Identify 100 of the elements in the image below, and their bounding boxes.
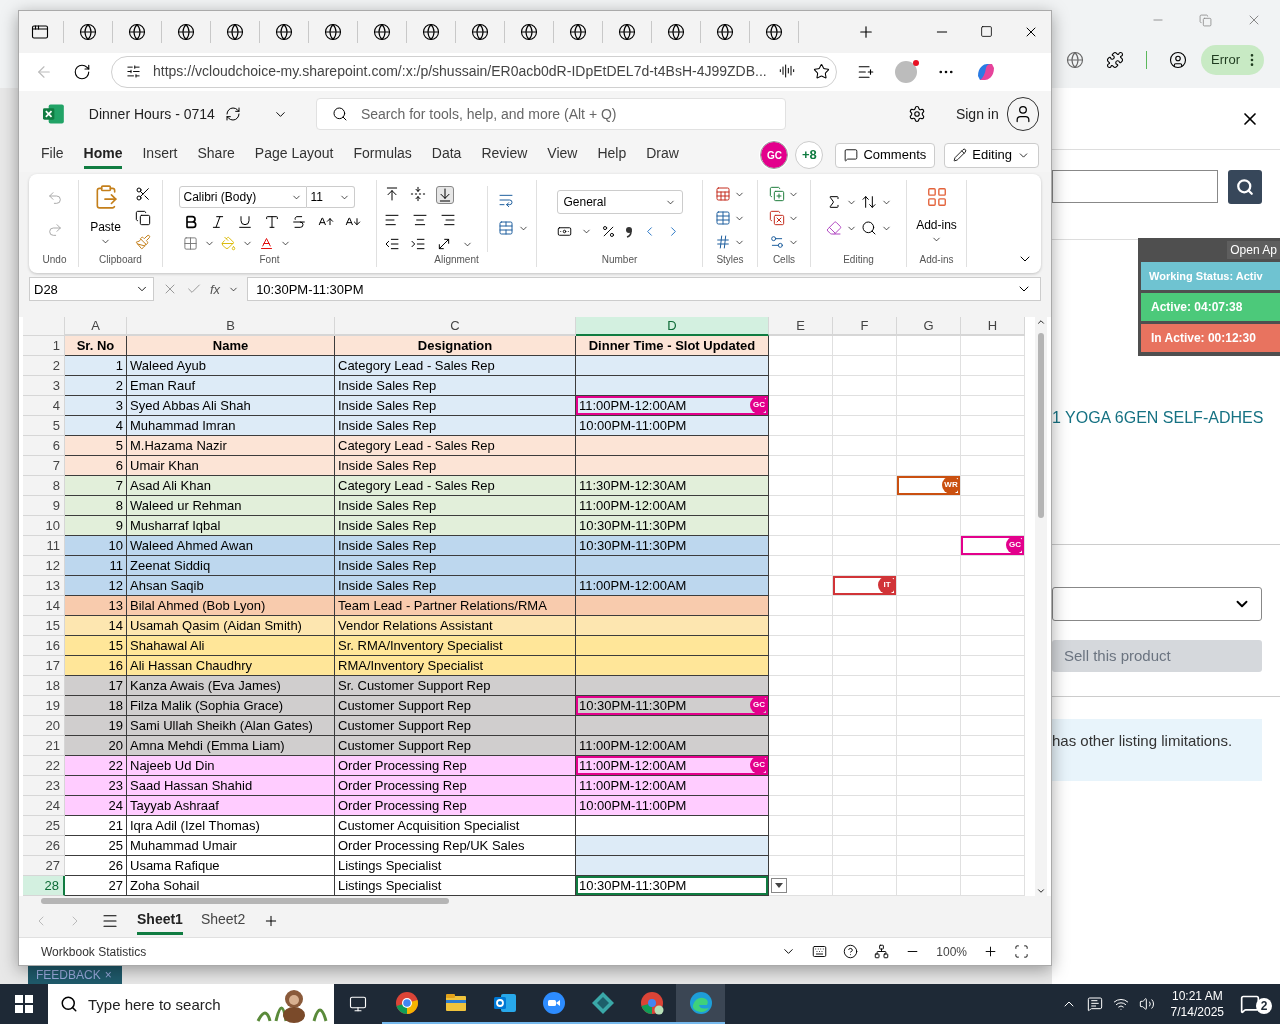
column-header[interactable]: D	[576, 317, 769, 337]
speaker-icon[interactable]	[1138, 996, 1155, 1012]
table-cell[interactable]: Inside Sales Rep	[335, 576, 576, 597]
table-cell[interactable]: Customer Acquisition Specialist	[335, 816, 576, 837]
table-cell[interactable]: Dinner Time - Slot Updated	[576, 336, 769, 357]
menu-tab[interactable]: Help	[597, 141, 627, 170]
row-header[interactable]: 27	[23, 856, 65, 877]
table-cell[interactable]: 15	[65, 636, 127, 657]
network-icon[interactable]	[1112, 996, 1129, 1012]
table-cell[interactable]: 11:00PM-12:00AM GC	[576, 756, 769, 777]
table-cell[interactable]: 11:00PM-12:00AM	[576, 736, 769, 757]
table-cell[interactable]: 1	[65, 356, 127, 377]
settings-icon[interactable]	[907, 105, 926, 124]
clock-time[interactable]: 10:21 AM	[1171, 988, 1223, 1004]
table-cell[interactable]: 16	[65, 656, 127, 677]
table-cell[interactable]: Inside Sales Rep	[335, 396, 576, 417]
align-center-icon[interactable]	[412, 212, 428, 228]
table-cell[interactable]: Najeeb Ud Din	[127, 756, 335, 777]
table-cell[interactable]: Name	[127, 336, 335, 357]
table-cell[interactable]: RMA/Inventory Specialist	[335, 656, 576, 677]
table-cell[interactable]: 4	[65, 416, 127, 437]
table-cell[interactable]: 14	[65, 616, 127, 637]
table-cell[interactable]: Zeenat Siddiq	[127, 556, 335, 577]
table-cell[interactable]: Saad Hassan Shahid	[127, 776, 335, 797]
table-cell[interactable]	[576, 676, 769, 697]
table-cell[interactable]: Sr. RMA/Inventory Specialist	[335, 636, 576, 657]
table-cell[interactable]: Asad Ali Khan	[127, 476, 335, 497]
sync-icon[interactable]	[224, 106, 241, 123]
table-cell[interactable]: Iqra Adil (Izel Thomas)	[127, 816, 335, 837]
table-cell[interactable]: Inside Sales Rep	[335, 516, 576, 537]
column-header[interactable]: E	[769, 317, 833, 337]
table-cell[interactable]: 8	[65, 496, 127, 517]
table-cell[interactable]: 10	[65, 536, 127, 557]
keyboard-icon[interactable]	[812, 944, 828, 960]
delete-cells-icon[interactable]	[769, 210, 785, 226]
message-icon[interactable]	[1086, 996, 1103, 1012]
table-cell[interactable]: Kanza Awais (Eva James)	[127, 676, 335, 697]
table-cell[interactable]: 27	[65, 876, 127, 897]
maximize-icon[interactable]	[980, 25, 993, 39]
presence-marker[interactable]: GC	[750, 756, 768, 775]
row-header[interactable]: 9	[23, 496, 65, 517]
table-cell[interactable]	[576, 356, 769, 377]
table-cell[interactable]: Eman Rauf	[127, 376, 335, 397]
table-cell[interactable]: Waleed ur Rehman	[127, 496, 335, 517]
table-cell[interactable]: 10:30PM-11:30PM GC	[576, 696, 769, 717]
conditional-format-icon[interactable]	[715, 186, 731, 202]
row-header[interactable]: 1	[23, 336, 65, 357]
eraser-icon[interactable]	[825, 220, 842, 236]
table-cell[interactable]: M.Hazama Nazir	[127, 436, 335, 457]
table-cell[interactable]: Customer Support Rep	[335, 716, 576, 737]
table-cell[interactable]: Inside Sales Rep	[335, 376, 576, 397]
row-header[interactable]: 16	[23, 636, 65, 657]
table-cell[interactable]: Zoha Sohail	[127, 876, 335, 897]
table-cell[interactable]: Category Lead - Sales Rep	[335, 436, 576, 457]
row-header[interactable]: 25	[23, 816, 65, 837]
strikethrough-icon[interactable]	[290, 214, 307, 230]
table-cell[interactable]: Designation	[335, 336, 576, 357]
status-text[interactable]: Workbook Statistics	[41, 942, 147, 961]
number-format-select[interactable]: General	[556, 190, 683, 214]
table-cell[interactable]: Usamah Qasim (Aidan Smith)	[127, 616, 335, 637]
restore-icon[interactable]	[1199, 13, 1212, 27]
table-cell[interactable]	[576, 596, 769, 617]
row-header[interactable]: 24	[23, 796, 65, 817]
table-cell[interactable]: 10:00PM-11:00PM	[576, 416, 769, 437]
table-cell[interactable]	[576, 656, 769, 677]
globe-icon[interactable]	[275, 22, 293, 41]
paintbrush-icon[interactable]	[134, 234, 151, 250]
table-cell[interactable]: Team Lead - Partner Relations/RMA	[335, 596, 576, 617]
profile-avatar[interactable]	[895, 60, 917, 83]
row-header[interactable]: 26	[23, 836, 65, 857]
address-bar[interactable]: https://vcloudchoice-my.sharepoint.com/:x:/p/shussain/ER0acb0dR-IDpEtDEL7d-t4BsH-4J99ZDB...	[111, 55, 837, 88]
column-header[interactable]: G	[897, 317, 961, 337]
merge-cells-icon[interactable]	[498, 220, 514, 236]
formula-input[interactable]: 10:30PM-11:30PM	[247, 277, 1041, 302]
table-cell[interactable]: 18	[65, 696, 127, 717]
add-ins-icon[interactable]	[925, 186, 948, 208]
table-cell[interactable]	[576, 856, 769, 877]
spreadsheet-logo-icon[interactable]	[43, 104, 64, 125]
table-cell[interactable]: 11:30PM-12:30AM	[576, 476, 769, 497]
table-cell[interactable]	[576, 436, 769, 457]
menu-tab[interactable]: Data	[431, 141, 462, 170]
pencil-icon[interactable]	[953, 148, 968, 163]
table-cell[interactable]: 11	[65, 556, 127, 577]
table-cell[interactable]: 19	[65, 716, 127, 737]
row-header[interactable]: 14	[23, 596, 65, 617]
table-cell[interactable]: 10:30PM-11:30PM	[576, 536, 769, 557]
fullscreen-icon[interactable]	[1014, 944, 1029, 960]
site-info-icon[interactable]	[126, 64, 141, 80]
notification-icon[interactable]	[1240, 994, 1260, 1014]
row-header[interactable]: 28	[23, 876, 65, 897]
underline-icon[interactable]	[236, 214, 253, 230]
percent-icon[interactable]	[600, 224, 616, 239]
table-cell[interactable]: 23	[65, 776, 127, 797]
table-cell[interactable]: Inside Sales Rep	[335, 416, 576, 437]
diamond-app-icon[interactable]	[590, 991, 615, 1015]
task-view-icon[interactable]	[349, 995, 367, 1013]
table-cell[interactable]: GC	[961, 536, 1025, 557]
table-cell[interactable]: 11:00PM-12:00AM GC	[576, 396, 769, 417]
menu-tab[interactable]: Share	[197, 141, 235, 170]
taskbar-search-field[interactable]: Type here to search	[48, 984, 254, 1024]
